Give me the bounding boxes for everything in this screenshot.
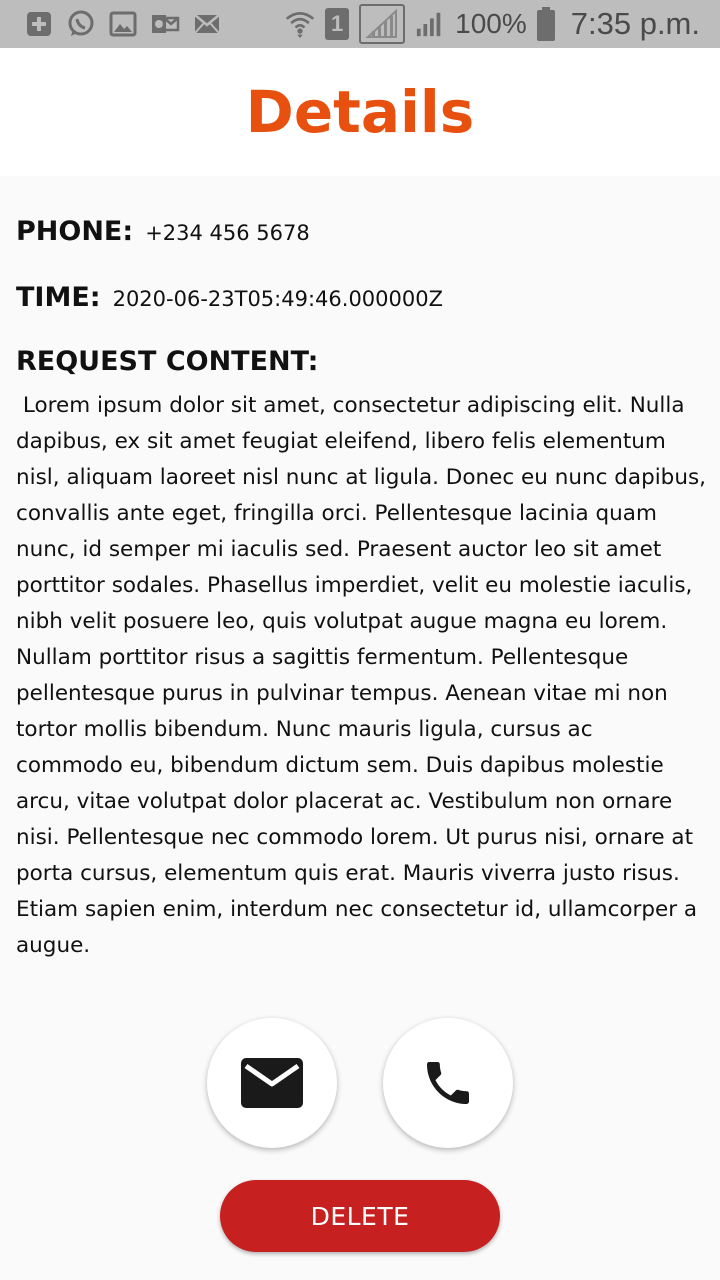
status-bar: 1 100% 7:35 p.m. [0, 0, 720, 48]
system-icons: 1 100% 7:35 p.m. [285, 4, 700, 44]
request-content-label: REQUEST CONTENT: [16, 346, 319, 377]
email-button[interactable] [207, 1018, 337, 1148]
time-value: 2020-06-23T05:49:46.000000Z [112, 287, 443, 311]
sim-number: 1 [331, 11, 344, 36]
image-icon [108, 9, 138, 39]
email-icon [241, 1058, 303, 1108]
delete-label: DELETE [310, 1201, 410, 1231]
phone-icon [427, 1062, 469, 1104]
whatsapp-icon [66, 9, 96, 39]
notification-icons [24, 9, 222, 39]
clock: 7:35 p.m. [570, 6, 700, 41]
battery-icon [536, 7, 555, 41]
outlook-icon [150, 9, 180, 39]
page-title: Details [245, 78, 475, 146]
sim-1-icon: 1 [325, 8, 350, 40]
signal-empty-icon [359, 4, 406, 44]
wifi-icon [285, 9, 315, 39]
battery-percent: 100% [455, 8, 527, 39]
phone-field: PHONE: +234 456 5678 [16, 216, 310, 247]
app-header: Details [0, 48, 720, 176]
delete-button[interactable]: DELETE [220, 1180, 500, 1252]
time-field: TIME: 2020-06-23T05:49:46.000000Z [16, 282, 443, 313]
call-button[interactable] [383, 1018, 513, 1148]
phone-label: PHONE: [16, 216, 134, 247]
signal-icon [415, 9, 445, 39]
time-label: TIME: [16, 282, 101, 313]
request-content-body: Lorem ipsum dolor sit amet, consectetur … [16, 393, 713, 958]
mail-icon [192, 9, 222, 39]
plus-box-icon [24, 9, 54, 39]
phone-value: +234 456 5678 [145, 221, 310, 245]
